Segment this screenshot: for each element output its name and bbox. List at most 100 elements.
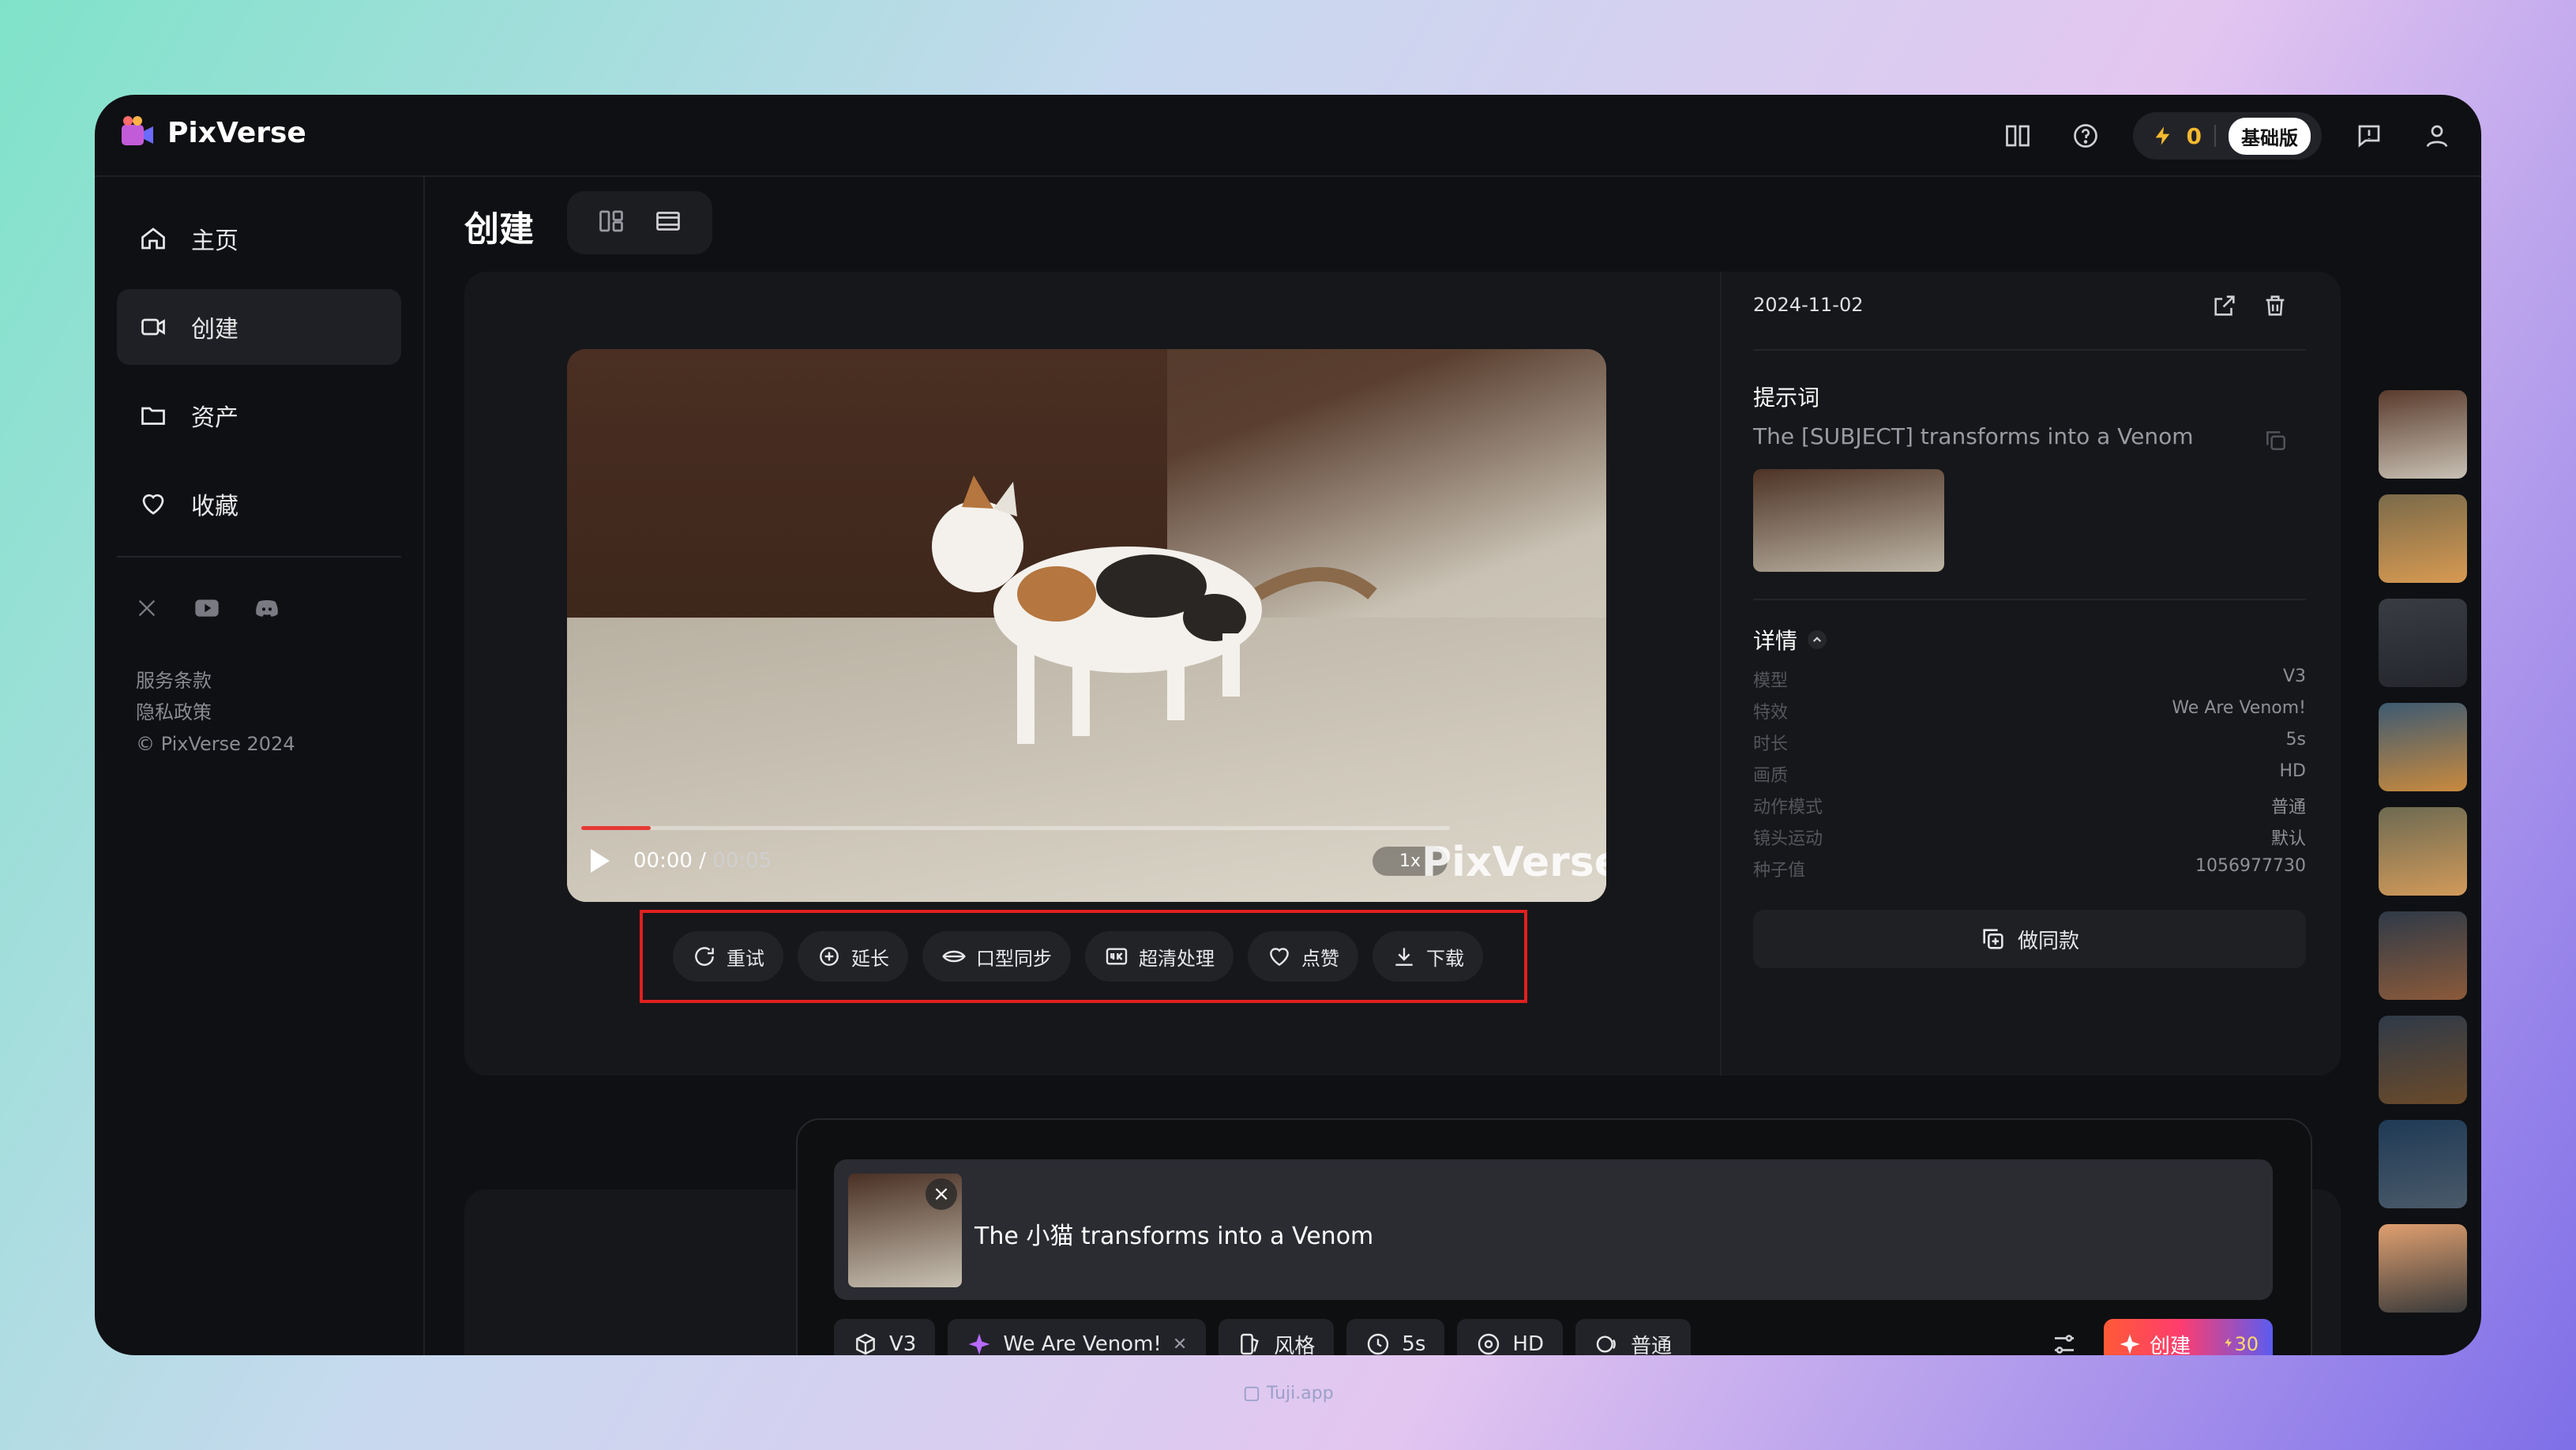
list-view-icon[interactable] bbox=[654, 207, 682, 239]
x-icon[interactable] bbox=[134, 595, 160, 621]
prompt-heading: 提示词 bbox=[1753, 385, 1820, 411]
detail-row: 特效 We Are Venom! bbox=[1753, 698, 2306, 723]
remove-image-button[interactable]: × bbox=[926, 1178, 957, 1210]
copy-icon[interactable] bbox=[2263, 428, 2289, 453]
eye-icon bbox=[1478, 1333, 1500, 1355]
retry-button[interactable]: 重试 bbox=[673, 931, 783, 982]
user-icon[interactable] bbox=[2416, 115, 2458, 156]
video-player[interactable]: 00:00 / 00:05 1x PixVerse bbox=[567, 349, 1606, 902]
history-thumbnail[interactable] bbox=[2379, 390, 2467, 479]
refresh-icon bbox=[695, 947, 714, 966]
detail-key: 特效 bbox=[1753, 703, 1789, 723]
cat-image bbox=[932, 475, 1377, 744]
privacy-link[interactable]: 隐私政策 bbox=[136, 697, 295, 728]
history-thumbnail[interactable] bbox=[2379, 599, 2467, 687]
prompt-composer: × The 小猫 transforms into a Venom V3 We A… bbox=[796, 1118, 2312, 1355]
sidebar-item-label: 创建 bbox=[191, 316, 238, 344]
logo[interactable]: PixVerse bbox=[118, 114, 306, 152]
top-bar: PixVerse 0 基础版 bbox=[95, 95, 2481, 177]
detail-row: 镜头运动 默认 bbox=[1753, 825, 2306, 850]
make-same-button[interactable]: 做同款 bbox=[1753, 910, 2306, 968]
tuji-logo-icon bbox=[1244, 1386, 1260, 1401]
create-label: 创建 bbox=[2150, 1334, 2191, 1356]
time-total: 00:05 bbox=[712, 849, 772, 873]
time-current: 00:00 bbox=[633, 849, 693, 873]
history-thumbnail[interactable] bbox=[2379, 494, 2467, 583]
detail-key: 动作模式 bbox=[1753, 798, 1823, 817]
time-separator: / bbox=[699, 849, 706, 873]
model-chip[interactable]: V3 bbox=[834, 1319, 936, 1355]
duration-chip[interactable]: 5s bbox=[1346, 1319, 1445, 1355]
video-progress-bar[interactable] bbox=[581, 826, 1450, 830]
sidebar-item-home[interactable]: 主页 bbox=[117, 201, 401, 276]
history-thumbnails bbox=[2379, 390, 2467, 1328]
create-button[interactable]: 创建 30 bbox=[2104, 1319, 2273, 1355]
divider bbox=[2214, 125, 2216, 147]
plan-badge[interactable]: 基础版 bbox=[2229, 117, 2311, 155]
style-chip[interactable]: 风格 bbox=[1219, 1319, 1335, 1355]
terms-link[interactable]: 服务条款 bbox=[136, 665, 295, 697]
detail-row: 模型 V3 bbox=[1753, 667, 2306, 692]
create-cost: 30 bbox=[2234, 1333, 2259, 1355]
extend-icon bbox=[820, 947, 839, 966]
play-icon[interactable] bbox=[588, 847, 613, 875]
grid-view-icon[interactable] bbox=[597, 207, 625, 239]
detail-value: HD bbox=[2279, 761, 2306, 781]
prompt-input-text[interactable]: The 小猫 transforms into a Venom bbox=[974, 1216, 1373, 1251]
share-icon[interactable] bbox=[2211, 292, 2238, 319]
download-button[interactable]: 下载 bbox=[1372, 931, 1483, 982]
like-label: 点赞 bbox=[1301, 947, 1339, 970]
video-progress-fill bbox=[581, 826, 651, 830]
brand-watermark: Tuji.app bbox=[1243, 1384, 1334, 1403]
upscale-button[interactable]: 超清处理 bbox=[1085, 931, 1234, 982]
prompt-input-box[interactable]: × The 小猫 transforms into a Venom bbox=[834, 1159, 2273, 1300]
extend-button[interactable]: 延长 bbox=[798, 931, 908, 982]
download-icon bbox=[1395, 948, 1413, 966]
trash-icon[interactable] bbox=[2262, 292, 2289, 319]
settings-sliders-icon[interactable] bbox=[2039, 1319, 2090, 1355]
history-thumbnail[interactable] bbox=[2379, 703, 2467, 791]
youtube-icon[interactable] bbox=[194, 595, 220, 621]
download-label: 下载 bbox=[1426, 947, 1464, 970]
clock-icon bbox=[1368, 1333, 1389, 1355]
chevron-up-icon[interactable] bbox=[1807, 629, 1827, 650]
divider bbox=[1753, 349, 2306, 351]
detail-key: 镜头运动 bbox=[1753, 829, 1823, 849]
book-icon[interactable] bbox=[1997, 115, 2038, 156]
heart-icon bbox=[142, 494, 164, 515]
history-thumbnail[interactable] bbox=[2379, 1016, 2467, 1104]
discord-icon[interactable] bbox=[254, 595, 280, 621]
copyright: © PixVerse 2024 bbox=[136, 733, 295, 755]
heart-icon bbox=[1270, 948, 1289, 967]
sidebar-item-assets[interactable]: 资产 bbox=[117, 378, 401, 453]
sparkle-icon bbox=[968, 1333, 990, 1355]
quality-chip[interactable]: HD bbox=[1457, 1319, 1563, 1355]
like-button[interactable]: 点赞 bbox=[1248, 931, 1358, 982]
duration-label: 5s bbox=[1402, 1332, 1426, 1355]
remove-effect-icon[interactable]: ✕ bbox=[1173, 1335, 1187, 1354]
detail-key: 画质 bbox=[1753, 766, 1789, 786]
sparkle-icon bbox=[2120, 1334, 2140, 1354]
history-thumbnail[interactable] bbox=[2379, 911, 2467, 1000]
sidebar-item-create[interactable]: 创建 bbox=[117, 289, 401, 365]
credits-pill[interactable]: 0 基础版 bbox=[2132, 112, 2322, 160]
prompt-reference-image[interactable] bbox=[1753, 469, 1944, 572]
motion-mode-label: 普通 bbox=[1630, 1334, 1672, 1356]
credits-count: 0 bbox=[2186, 122, 2202, 149]
effect-chip[interactable]: We Are Venom! ✕ bbox=[948, 1319, 1207, 1355]
motion-mode-chip[interactable]: 普通 bbox=[1575, 1319, 1691, 1355]
help-icon[interactable] bbox=[2065, 115, 2106, 156]
brand-text: Tuji.app bbox=[1267, 1384, 1334, 1403]
detail-row: 时长 5s bbox=[1753, 730, 2306, 755]
detail-value: 1056977730 bbox=[2195, 856, 2306, 876]
effect-label: We Are Venom! bbox=[1003, 1332, 1162, 1355]
detail-value: 5s bbox=[2285, 730, 2306, 749]
lip-sync-button[interactable]: 口型同步 bbox=[922, 931, 1071, 982]
history-thumbnail[interactable] bbox=[2379, 1224, 2467, 1313]
sidebar-item-favorites[interactable]: 收藏 bbox=[117, 466, 401, 542]
detail-value: 默认 bbox=[2270, 829, 2306, 849]
history-thumbnail[interactable] bbox=[2379, 807, 2467, 896]
video-camera-icon bbox=[141, 318, 165, 336]
feedback-icon[interactable] bbox=[2349, 115, 2390, 156]
history-thumbnail[interactable] bbox=[2379, 1120, 2467, 1208]
